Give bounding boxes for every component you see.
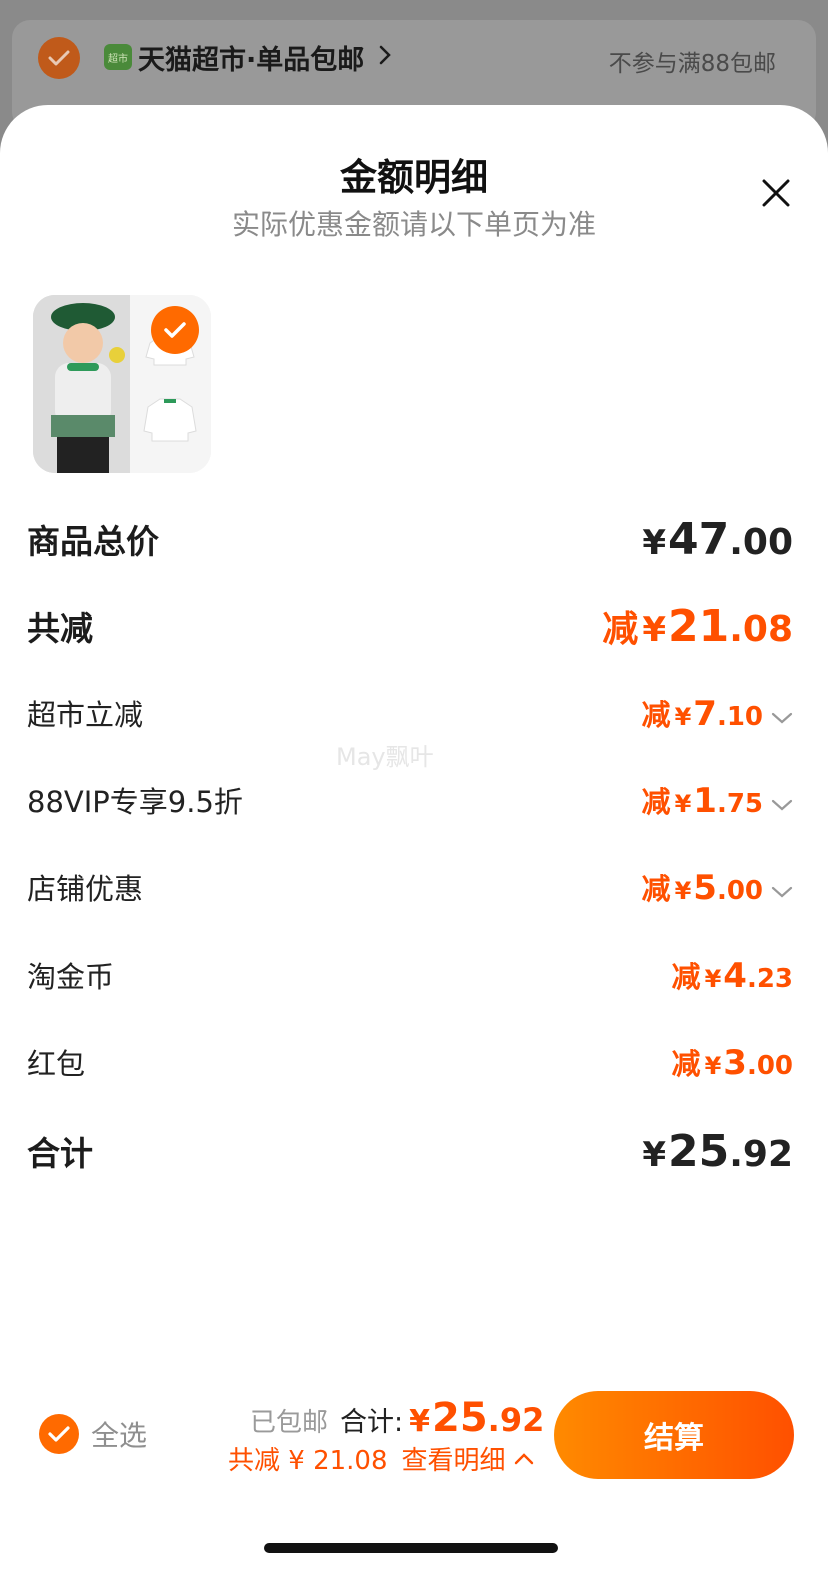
- total-discount-amount: 减 ¥ 21 .08: [602, 601, 793, 652]
- discount-row-supermarket[interactable]: 超市立减 减 ¥ 7 .10: [27, 691, 793, 735]
- grand-total-label: 合计: [27, 1134, 93, 1173]
- chevron-down-icon[interactable]: [771, 798, 793, 812]
- bottom-total-label: 合计:: [340, 1407, 404, 1438]
- chevron-down-icon[interactable]: [771, 711, 793, 725]
- saving-summary: 共减 ¥ 21.08: [228, 1446, 388, 1476]
- chevron-up-icon[interactable]: [514, 1452, 534, 1466]
- supermarket-logo-icon: 超市: [104, 44, 132, 70]
- background-promo-note: 不参与满88包邮: [608, 51, 776, 77]
- close-button[interactable]: [756, 173, 796, 213]
- discount-amount: 减 ¥ 1 .75: [642, 779, 793, 821]
- total-discount-row: 共减 减 ¥ 21 .08: [27, 601, 793, 652]
- checkout-button[interactable]: 结算: [554, 1391, 794, 1479]
- subtotal-row: 商品总价 ¥ 47 .00: [27, 513, 793, 565]
- close-icon: [762, 179, 790, 207]
- product-photo-child: [33, 295, 130, 473]
- discount-label: 超市立减: [27, 698, 144, 732]
- chevron-right-icon: [378, 44, 392, 70]
- view-detail-label[interactable]: 查看明细: [402, 1440, 506, 1477]
- bottom-total-amount: ¥ 25 .92: [409, 1395, 545, 1441]
- select-all-label: 全选: [91, 1419, 148, 1452]
- grand-total-amount: ¥ 25 .92: [642, 1125, 793, 1177]
- watermark: May飘叶: [336, 743, 434, 771]
- discount-amount: 减 ¥ 3 .00: [671, 1043, 793, 1083]
- home-indicator: [264, 1543, 558, 1553]
- background-store-check-icon: [38, 37, 80, 79]
- free-shipping-label: 已包邮: [250, 1408, 329, 1438]
- subtotal-amount: ¥ 47 .00: [642, 513, 793, 565]
- select-all-toggle[interactable]: 全选: [39, 1414, 147, 1454]
- discount-label: 淘金币: [27, 960, 115, 994]
- chevron-down-icon[interactable]: [771, 885, 793, 899]
- sheet-title: 金额明细: [340, 156, 488, 199]
- selected-check-icon[interactable]: [151, 306, 199, 354]
- discount-row-red-packet: 红包 减 ¥ 3 .00: [27, 1040, 793, 1084]
- discount-label: 88VIP专享9.5折: [27, 785, 243, 819]
- sheet-subtitle: 实际优惠金额请以下单页为准: [231, 208, 596, 241]
- total-discount-label: 共减: [27, 609, 93, 648]
- discount-amount: 减 ¥ 7 .10: [642, 692, 793, 734]
- check-circle-icon[interactable]: [39, 1414, 79, 1454]
- discount-label: 店铺优惠: [27, 872, 144, 906]
- discount-row-88vip[interactable]: 88VIP专享9.5折 减 ¥ 1 .75: [27, 778, 793, 822]
- grand-total-row: 合计 ¥ 25 .92: [27, 1125, 793, 1177]
- discount-row-store[interactable]: 店铺优惠 减 ¥ 5 .00: [27, 865, 793, 909]
- discount-row-coins: 淘金币 减 ¥ 4 .23: [27, 953, 793, 997]
- bottom-total: 已包邮 合计: ¥ 25 .92: [250, 1395, 544, 1441]
- amount-detail-sheet: 金额明细 实际优惠金额请以下单页为准 May飘叶 商品总价 ¥ 47 .00 共…: [0, 105, 828, 1582]
- subtotal-label: 商品总价: [27, 522, 159, 561]
- discount-amount: 减 ¥ 4 .23: [671, 956, 793, 996]
- background-store-name: 天猫超市·单品包邮: [138, 45, 365, 76]
- discount-amount: 减 ¥ 5 .00: [642, 866, 793, 908]
- discount-label: 红包: [27, 1047, 86, 1081]
- view-detail-toggle[interactable]: 共减 ¥ 21.08 查看明细: [228, 1440, 534, 1477]
